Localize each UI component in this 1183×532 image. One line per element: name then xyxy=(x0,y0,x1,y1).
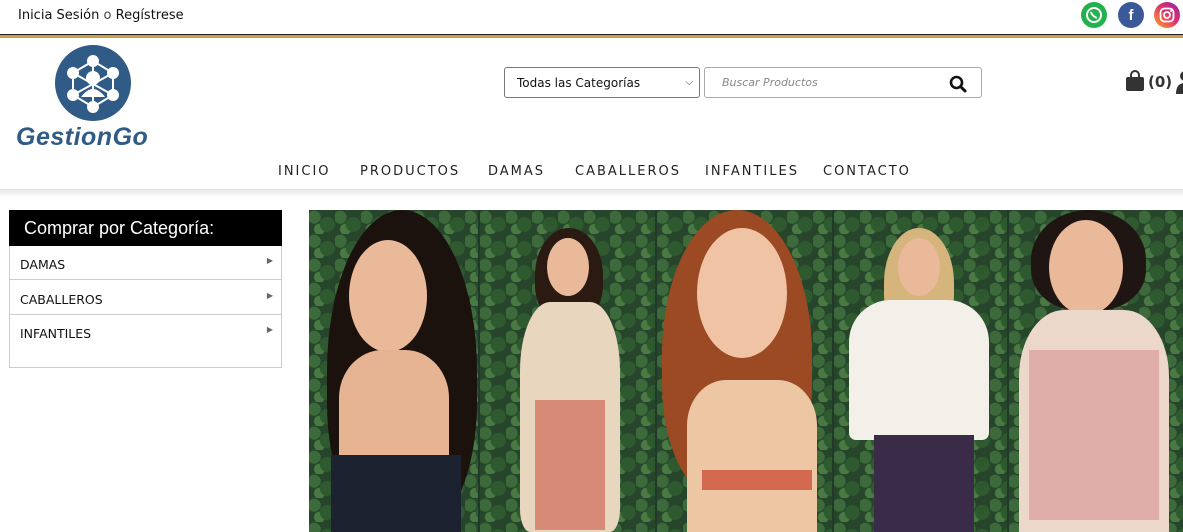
search-input[interactable]: Buscar Productos xyxy=(704,67,982,98)
nav-contacto[interactable]: CONTACTO xyxy=(823,164,911,179)
search-placeholder: Buscar Productos xyxy=(722,76,818,89)
category-item-infantiles[interactable]: INFANTILES ▶ xyxy=(10,315,281,349)
user-icon[interactable] xyxy=(1175,70,1183,94)
nav-productos[interactable]: PRODUCTOS xyxy=(360,164,460,179)
category-select-value: Todas las Categorías xyxy=(517,75,641,90)
cart[interactable]: (0) xyxy=(1124,68,1183,96)
chevron-down-icon: ⌵ xyxy=(685,77,693,88)
cart-count: (0) xyxy=(1148,73,1173,91)
banner-photo-2 xyxy=(480,210,655,532)
banner-photo-1 xyxy=(309,210,478,532)
logo-emblem-icon xyxy=(55,45,131,121)
or-separator: o xyxy=(103,8,112,23)
category-item-label: CABALLEROS xyxy=(20,292,103,307)
main-nav: INICIO PRODUCTOS DAMAS CABALLEROS INFANT… xyxy=(0,164,1183,182)
nav-caballeros[interactable]: CABALLEROS xyxy=(575,164,681,179)
category-panel: Comprar por Categoría: DAMAS ▶ CABALLERO… xyxy=(9,210,282,368)
instagram-icon[interactable] xyxy=(1154,2,1180,28)
auth-links: Inicia Sesión o Regístrese xyxy=(18,8,184,23)
top-divider xyxy=(0,34,1183,38)
hero-banner-image[interactable] xyxy=(309,210,1183,532)
category-select[interactable]: Todas las Categorías ⌵ xyxy=(504,67,700,98)
category-item-label: INFANTILES xyxy=(20,326,92,341)
chevron-right-icon: ▶ xyxy=(266,325,273,334)
brand-name: GestionGo xyxy=(16,123,149,151)
banner-photo-4 xyxy=(834,210,1007,532)
nav-infantiles[interactable]: INFANTILES xyxy=(705,164,799,179)
search-icon[interactable] xyxy=(949,75,967,93)
register-link[interactable]: Regístrese xyxy=(116,8,184,23)
chevron-right-icon: ▶ xyxy=(266,256,273,265)
brand-logo[interactable]: GestionGo xyxy=(16,45,171,151)
category-item-caballeros[interactable]: CABALLEROS ▶ xyxy=(10,281,281,315)
category-item-damas[interactable]: DAMAS ▶ xyxy=(10,246,281,280)
category-panel-title: Comprar por Categoría: xyxy=(9,210,282,246)
nav-inicio[interactable]: INICIO xyxy=(278,164,331,179)
nav-divider xyxy=(0,189,1183,197)
login-link[interactable]: Inicia Sesión xyxy=(18,8,99,23)
shopping-bag-icon[interactable] xyxy=(1125,70,1145,92)
banner-photo-5 xyxy=(1009,210,1183,532)
nav-damas[interactable]: DAMAS xyxy=(488,164,545,179)
category-item-label: DAMAS xyxy=(20,257,66,272)
whatsapp-icon[interactable] xyxy=(1081,2,1107,28)
banner-photo-3 xyxy=(657,210,832,532)
chevron-right-icon: ▶ xyxy=(266,291,273,300)
top-bar: Inicia Sesión o Regístrese f xyxy=(0,0,1183,34)
facebook-icon[interactable]: f xyxy=(1118,2,1144,28)
